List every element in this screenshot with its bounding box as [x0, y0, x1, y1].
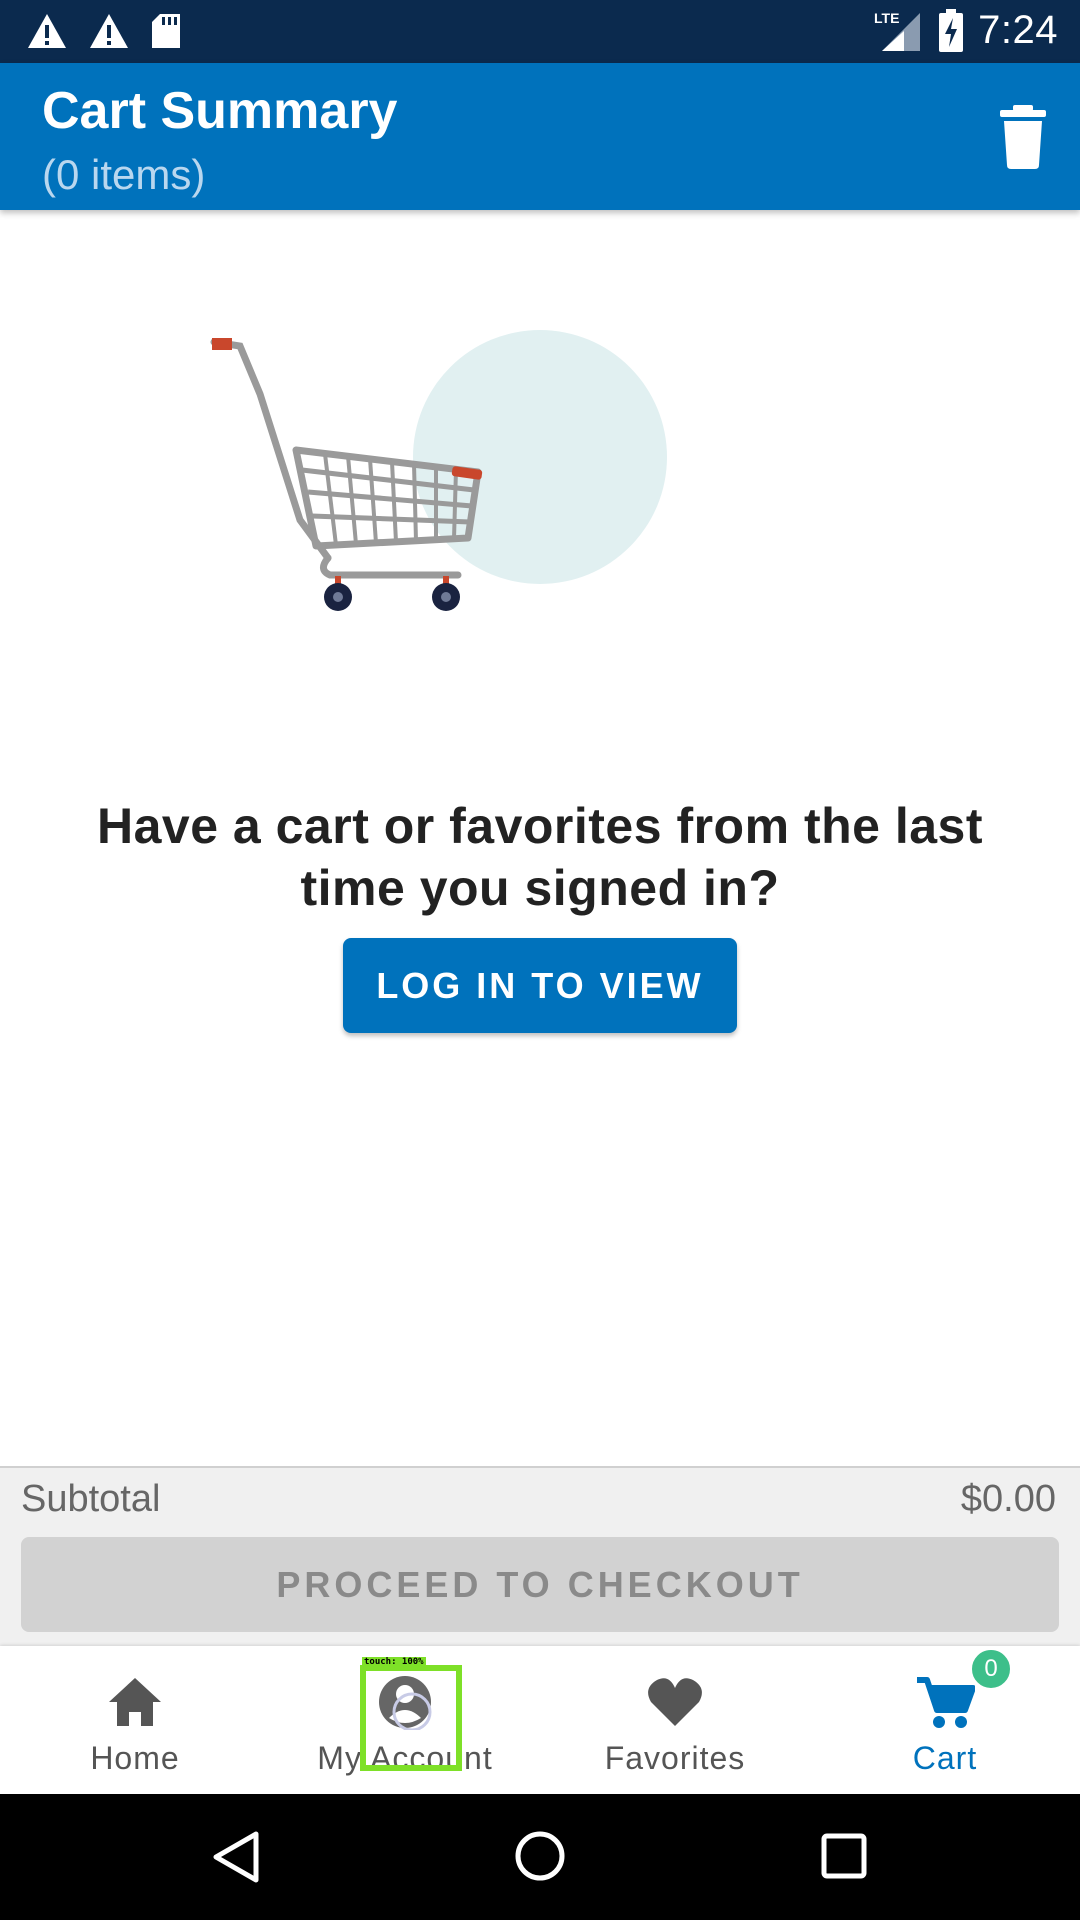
status-time: 7:24	[978, 8, 1058, 52]
network-label: LTE	[874, 10, 899, 26]
page-title: Cart Summary	[42, 82, 398, 140]
nav-item-favorites[interactable]: Favorites	[540, 1646, 810, 1794]
recents-icon[interactable]	[820, 1832, 868, 1880]
back-icon[interactable]	[212, 1830, 262, 1884]
trash-icon[interactable]	[996, 105, 1050, 169]
touch-indicator-label: touch: 100%	[362, 1657, 426, 1667]
app-bar: Cart Summary (0 items)	[0, 63, 1080, 210]
battery-charging-icon	[939, 8, 964, 52]
nav-label-home: Home	[90, 1740, 180, 1776]
login-prompt: Have a cart or favorites from the last t…	[97, 798, 983, 916]
item-count: (0 items)	[42, 151, 206, 198]
nav-item-home[interactable]: Home	[0, 1646, 270, 1794]
heart-icon	[648, 1678, 702, 1726]
lte-signal-icon: LTE	[874, 10, 921, 51]
warning-icon	[28, 14, 66, 48]
home-circle-icon[interactable]	[514, 1830, 566, 1882]
bottom-navigation: Home My Account Favorites 0 Cart	[0, 1646, 1080, 1794]
subtotal-value: $0.00	[960, 1478, 1056, 1520]
cart-summary: Subtotal $0.00 PROCEED TO CHECKOUT	[0, 1466, 1080, 1646]
system-navigation-bar	[0, 1794, 1080, 1920]
cart-icon	[917, 1677, 975, 1728]
nav-label-favorites: Favorites	[604, 1740, 746, 1776]
login-to-view-button[interactable]: LOG IN TO VIEW	[343, 938, 737, 1033]
screen: LTE 7:24 Cart Summary (0 items) Have a c…	[0, 0, 1080, 1920]
nav-item-cart[interactable]: 0 Cart	[810, 1646, 1080, 1794]
empty-cart-illustration	[210, 330, 667, 611]
touch-indicator-box	[360, 1665, 462, 1771]
home-icon	[109, 1678, 161, 1726]
status-bar: LTE 7:24	[0, 0, 1080, 63]
warning-icon	[90, 14, 128, 48]
nav-label-cart: Cart	[912, 1740, 978, 1776]
cart-count-badge: 0	[970, 1648, 1012, 1690]
subtotal-label: Subtotal	[21, 1478, 161, 1520]
proceed-to-checkout-button[interactable]: PROCEED TO CHECKOUT	[21, 1537, 1059, 1632]
sd-card-icon	[152, 14, 180, 48]
status-right: LTE 7:24	[874, 8, 1058, 53]
status-left-icons	[26, 12, 182, 50]
